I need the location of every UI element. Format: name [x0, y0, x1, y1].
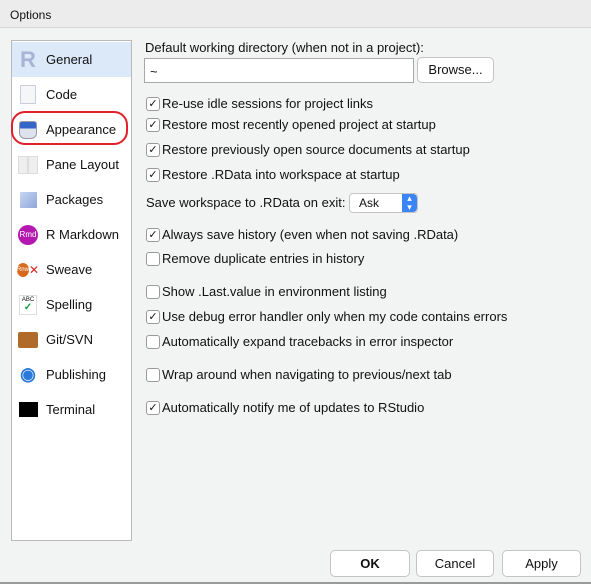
title-bar: Options	[0, 0, 591, 28]
sidebar-item-packages[interactable]: Packages	[12, 182, 131, 217]
sidebar-item-label: Spelling	[46, 297, 93, 312]
sidebar-item-label: Git/SVN	[46, 332, 93, 347]
sidebar-item-label: Publishing	[46, 367, 106, 382]
checkbox[interactable]: ✓	[146, 143, 160, 157]
checkbox-label[interactable]: Remove duplicate entries in history	[162, 251, 364, 266]
window-title: Options	[10, 8, 52, 22]
working-dir-input[interactable]: ~	[144, 58, 414, 83]
package-cube-icon	[18, 190, 38, 210]
checkbox[interactable]: ✓	[146, 401, 160, 415]
save-workspace-value: Ask	[359, 196, 380, 210]
checkbox-label[interactable]: Restore previously open source documents…	[162, 142, 470, 157]
checkbox-label[interactable]: Restore .RData into workspace at startup	[162, 167, 400, 182]
working-dir-label: Default working directory (when not in a…	[145, 40, 424, 55]
publishing-icon: ◉	[20, 364, 36, 384]
sidebar-item-code[interactable]: Code	[12, 77, 131, 112]
checkbox-label[interactable]: Automatically expand tracebacks in error…	[162, 334, 453, 349]
checkbox-label[interactable]: Use debug error handler only when my cod…	[162, 309, 507, 324]
sidebar-item-publishing[interactable]: ◉ Publishing	[12, 357, 131, 392]
highlight-annotation	[11, 111, 128, 145]
sidebar-item-terminal[interactable]: Terminal	[12, 392, 131, 427]
git-box-icon	[18, 330, 38, 350]
checkbox[interactable]: ✓	[146, 97, 160, 111]
terminal-icon	[18, 400, 38, 420]
browse-button[interactable]: Browse...	[417, 57, 494, 83]
checkbox[interactable]: ✓	[146, 228, 160, 242]
checkbox[interactable]: ✓	[146, 310, 160, 324]
save-workspace-label: Save workspace to .RData on exit:	[146, 195, 346, 210]
checkbox-label[interactable]: Restore most recently opened project at …	[162, 117, 436, 132]
sidebar-item-label: Sweave	[46, 262, 93, 277]
pane-layout-icon	[18, 155, 38, 175]
sidebar-item-label: R Markdown	[46, 227, 119, 242]
sidebar-item-sweave[interactable]: Rnw ✕ Sweave	[12, 252, 131, 287]
cancel-button[interactable]: Cancel	[416, 550, 494, 577]
sidebar-item-label: Pane Layout	[46, 157, 120, 172]
sidebar-item-spelling[interactable]: ABC ✓ Spelling	[12, 287, 131, 322]
checkbox-label[interactable]: Always save history (even when not savin…	[162, 227, 458, 242]
checkbox-label[interactable]: Re-use idle sessions for project links	[162, 96, 373, 111]
r-logo-icon: R	[20, 46, 36, 72]
sidebar-item-label: General	[46, 52, 93, 67]
checkbox-label[interactable]: Automatically notify me of updates to RS…	[162, 400, 424, 415]
sidebar-item-r-markdown[interactable]: Rmd R Markdown	[12, 217, 131, 252]
save-workspace-select[interactable]: Ask ▴ ▾	[349, 193, 418, 213]
updown-chevron-icon: ▴ ▾	[402, 194, 417, 212]
apply-button[interactable]: Apply	[502, 550, 581, 577]
code-document-icon	[18, 85, 38, 105]
checkbox-label[interactable]: Wrap around when navigating to previous/…	[162, 367, 452, 382]
sidebar-item-label: Packages	[46, 192, 104, 207]
checkbox[interactable]: ✓	[146, 168, 160, 182]
checkbox[interactable]	[146, 368, 160, 382]
rmd-icon: Rmd	[18, 224, 38, 245]
ok-button[interactable]: OK	[330, 550, 410, 577]
sidebar-item-git-svn[interactable]: Git/SVN	[12, 322, 131, 357]
sidebar-item-label: Terminal	[46, 402, 96, 417]
sidebar-item-general[interactable]: R General	[12, 42, 131, 77]
sweave-icon: Rnw ✕	[16, 262, 40, 277]
spellcheck-icon: ABC ✓	[18, 294, 38, 315]
sidebar-item-pane-layout[interactable]: Pane Layout	[12, 147, 131, 182]
sidebar-item-label: Code	[46, 87, 78, 102]
working-dir-value: ~	[150, 64, 158, 79]
checkbox-label[interactable]: Show .Last.value in environment listing	[162, 284, 387, 299]
checkbox[interactable]	[146, 285, 160, 299]
checkbox[interactable]	[146, 335, 160, 349]
checkbox[interactable]: ✓	[146, 118, 160, 132]
checkbox[interactable]	[146, 252, 160, 266]
